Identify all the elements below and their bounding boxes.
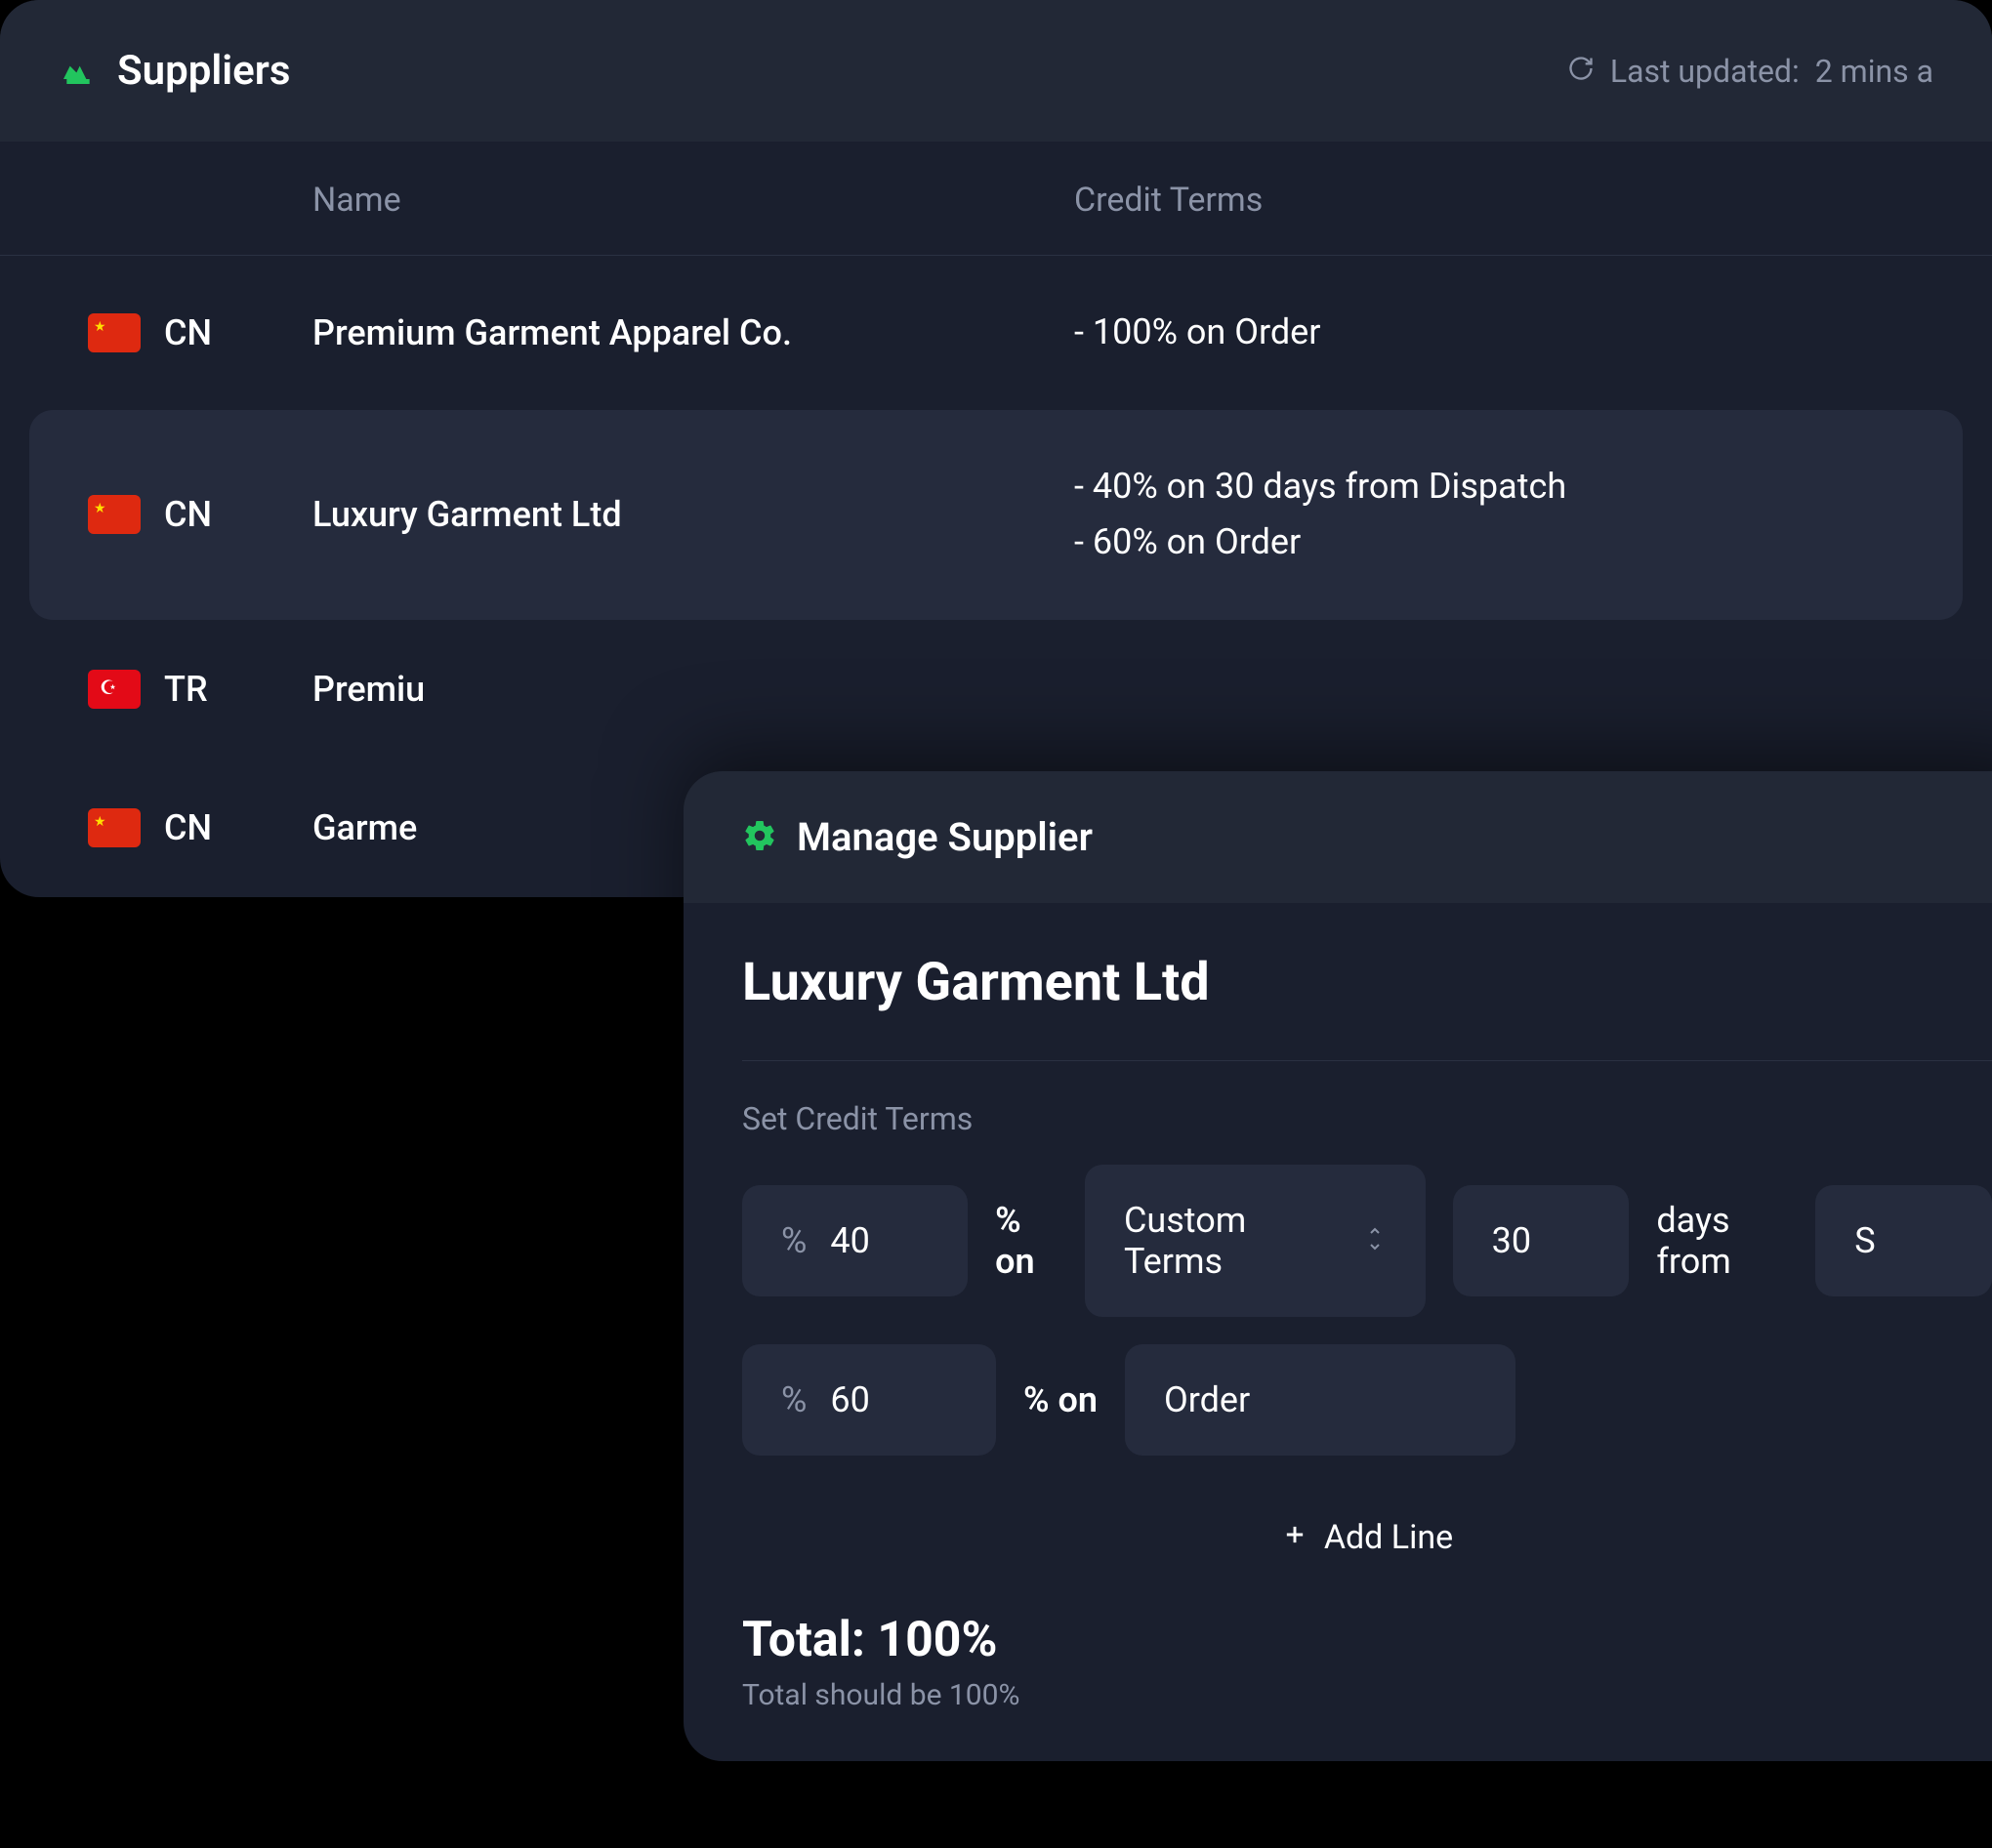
country-cell: CN (88, 807, 312, 848)
terms-rows: % 40 % on Custom Terms 30 days from S % … (742, 1165, 1992, 1456)
flag-icon (88, 670, 141, 709)
terms-cell: - 100% on Order (1074, 305, 1904, 361)
manage-header: Manage Supplier (684, 771, 1992, 903)
refresh-icon (1567, 53, 1595, 90)
terms-type-select[interactable]: Order (1125, 1344, 1515, 1456)
percent-on-label: % on (1023, 1379, 1098, 1420)
total-row: Total: 100% Total should be 100% (742, 1612, 1992, 1712)
days-input[interactable]: 30 (1453, 1185, 1630, 1296)
terms-row: % 60 % on Order (742, 1344, 1992, 1456)
chevron-updown-icon (1363, 1223, 1387, 1258)
col-terms-header: Credit Terms (1074, 181, 1933, 220)
last-updated[interactable]: Last updated: 2 mins a (1567, 53, 1933, 90)
country-cell: CN (88, 312, 312, 353)
terms-cell: - 40% on 30 days from Dispatch- 60% on O… (1074, 459, 1904, 571)
flag-icon (88, 808, 141, 847)
add-line-label: Add Line (1324, 1518, 1453, 1557)
supplier-name-cell: Premium Garment Apparel Co. (312, 312, 1074, 353)
flag-icon (88, 495, 141, 534)
suppliers-title: Suppliers (117, 47, 290, 95)
suppliers-header: Suppliers Last updated: 2 mins a (0, 0, 1992, 142)
percent-input[interactable]: % 40 (742, 1185, 968, 1296)
supplier-name: Luxury Garment Ltd (742, 952, 1992, 1013)
terms-type-value: Custom Terms (1124, 1200, 1340, 1282)
last-updated-prefix: Last updated: (1610, 53, 1800, 90)
manage-supplier-card: Manage Supplier Luxury Garment Ltd Set C… (684, 771, 1992, 1761)
percent-value: 40 (830, 1220, 929, 1261)
table-row[interactable]: TR Premiu (29, 620, 1963, 759)
plus-icon (1281, 1518, 1308, 1557)
suppliers-card: Suppliers Last updated: 2 mins a Name Cr… (0, 0, 1992, 897)
country-code: TR (164, 669, 208, 710)
country-code: CN (164, 312, 212, 353)
last-updated-value: 2 mins a (1815, 53, 1933, 90)
from-value: S (1854, 1220, 1953, 1261)
country-code: CN (164, 494, 212, 535)
country-cell: TR (88, 669, 312, 710)
percent-value: 60 (830, 1379, 957, 1420)
terms-type-select[interactable]: Custom Terms (1085, 1165, 1426, 1317)
col-country-spacer (59, 181, 312, 220)
country-cell: CN (88, 494, 312, 535)
supplier-name-cell: Premiu (312, 669, 1074, 710)
from-input[interactable]: S (1815, 1185, 1992, 1296)
terms-type-value: Order (1164, 1379, 1476, 1420)
percent-input[interactable]: % 60 (742, 1344, 996, 1456)
gear-icon (742, 818, 777, 857)
percent-on-label: % on (995, 1200, 1058, 1282)
table-row[interactable]: CN Premium Garment Apparel Co. - 100% on… (29, 256, 1963, 410)
table-row[interactable]: CN Luxury Garment Ltd - 40% on 30 days f… (29, 410, 1963, 620)
supplier-name-cell: Luxury Garment Ltd (312, 494, 1074, 535)
days-value: 30 (1492, 1220, 1591, 1261)
total-text: Total: 100% (742, 1612, 1992, 1668)
total-hint: Total should be 100% (742, 1678, 1992, 1712)
manage-title: Manage Supplier (797, 814, 1093, 860)
suppliers-header-left: Suppliers (59, 47, 290, 95)
table-header: Name Credit Terms (0, 142, 1992, 256)
terms-row: % 40 % on Custom Terms 30 days from S (742, 1165, 1992, 1317)
add-line-button[interactable]: Add Line (742, 1483, 1992, 1592)
flag-icon (88, 313, 141, 352)
manage-content: Luxury Garment Ltd Set Credit Terms % 40… (684, 903, 1992, 1761)
suppliers-icon (59, 50, 98, 93)
days-from-label: days from (1656, 1200, 1788, 1282)
credit-terms-label: Set Credit Terms (742, 1100, 1992, 1137)
percent-prefix: % (781, 1220, 807, 1261)
col-name-header: Name (312, 181, 1074, 220)
percent-prefix: % (781, 1379, 807, 1420)
country-code: CN (164, 807, 212, 848)
divider (742, 1060, 1992, 1061)
